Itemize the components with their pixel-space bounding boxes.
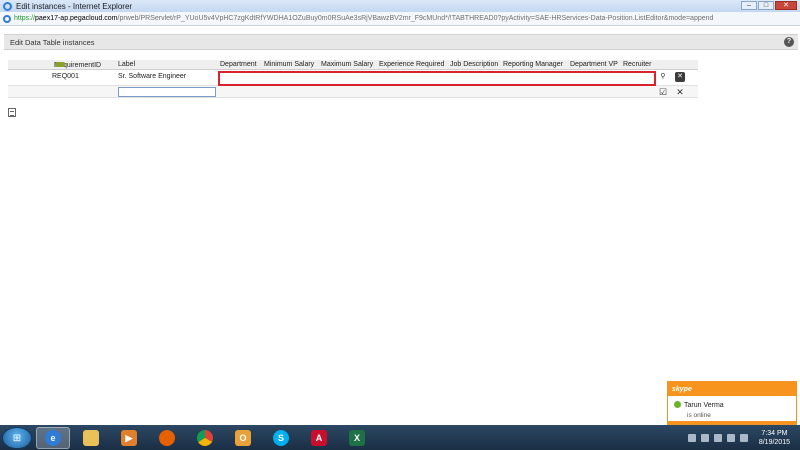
column-header-department-vp[interactable]: Department VP (570, 61, 618, 68)
tray-flag-icon[interactable] (726, 433, 735, 442)
skype-footer-bar (668, 421, 796, 424)
excel-icon: X (349, 429, 365, 446)
column-header-reporting-manager[interactable]: Reporting Manager (503, 61, 563, 68)
maximize-button[interactable]: □ (758, 1, 774, 10)
tray-volume-icon[interactable] (713, 433, 722, 442)
taskbar-outlook[interactable]: O (226, 427, 260, 449)
chrome-icon (197, 429, 213, 446)
online-status-icon (674, 401, 681, 409)
add-row-icon[interactable] (8, 108, 16, 117)
skype-logo: skype (672, 385, 692, 393)
column-header-department[interactable]: Department (220, 61, 257, 68)
media-player-icon: ▶ (121, 429, 137, 446)
label-input[interactable] (118, 87, 216, 97)
system-tray: 7:34 PM 8/19/2015 (687, 425, 794, 450)
column-header-recruiter[interactable]: Recruiter (623, 61, 651, 68)
taskbar-skype[interactable]: S (264, 427, 298, 449)
tray-battery-icon[interactable] (739, 433, 748, 442)
column-header-job-description[interactable]: Job Description (450, 61, 498, 68)
close-window-button[interactable]: ✕ (775, 1, 797, 10)
skype-icon: S (273, 429, 289, 446)
tray-network-icon[interactable] (700, 433, 709, 442)
address-bar[interactable]: https://paex17-ap.pegacloud.com/prweb/PR… (0, 12, 800, 26)
grid-header: RequirementID Label Department Minimum S… (8, 60, 698, 70)
tray-arrow-icon[interactable] (687, 433, 696, 442)
help-icon[interactable]: ? (784, 37, 794, 47)
acrobat-icon: A (311, 429, 327, 446)
highlight-annotation (218, 71, 656, 86)
folder-icon (83, 429, 99, 446)
window-title-bar: Edit instances - Internet Explorer – □ ✕ (0, 0, 800, 12)
outlook-icon: O (235, 429, 251, 446)
start-button[interactable]: ⊞ (2, 426, 32, 449)
taskbar-media-player[interactable]: ▶ (112, 427, 146, 449)
page-title: Edit Data Table instances (10, 37, 95, 47)
taskbar-chrome[interactable] (188, 427, 222, 449)
column-header-label[interactable]: Label (118, 61, 135, 68)
sort-icon[interactable] (55, 62, 65, 67)
table-row-new[interactable]: ☑ ✕ (8, 85, 698, 98)
column-header-minimum-salary[interactable]: Minimum Salary (264, 61, 314, 68)
taskbar: ⊞ e ▶ O S A X 7:34 PM 8/19/2015 (0, 425, 800, 450)
url-text[interactable]: https://paex17-ap.pegacloud.com/prweb/PR… (14, 15, 713, 22)
page-icon (3, 14, 11, 23)
column-header-maximum-salary[interactable]: Maximum Salary (321, 61, 373, 68)
system-clock[interactable]: 7:34 PM 8/19/2015 (759, 429, 790, 447)
delete-icon[interactable]: ✕ (675, 72, 685, 82)
internet-explorer-icon: e (45, 429, 61, 446)
column-header-experience-required[interactable]: Experience Required (379, 61, 444, 68)
skype-header: skype (668, 382, 796, 396)
taskbar-excel[interactable]: X (340, 427, 374, 449)
clock-time: 7:34 PM (761, 429, 788, 437)
search-icon[interactable]: ⚲ (658, 72, 668, 82)
contact-name: Tarun Verma (684, 402, 724, 409)
window-controls: – □ ✕ (741, 1, 797, 10)
checkbox-icon[interactable]: ☑ (658, 87, 668, 97)
firefox-icon (159, 429, 175, 446)
minimize-button[interactable]: – (741, 1, 757, 10)
internet-explorer-icon (3, 1, 12, 11)
window-title: Edit instances - Internet Explorer (16, 1, 133, 11)
clock-date: 8/19/2015 (758, 438, 790, 446)
label-cell: Sr. Software Engineer (118, 73, 187, 80)
skype-notification[interactable]: skype Tarun Verma is online (667, 381, 797, 425)
taskbar-file-explorer[interactable] (74, 427, 108, 449)
contact-status: is online (687, 412, 711, 419)
close-icon[interactable]: ✕ (675, 87, 685, 97)
taskbar-firefox[interactable] (150, 427, 184, 449)
requirement-id-cell: REQ001 (52, 73, 79, 80)
taskbar-internet-explorer[interactable]: e (36, 426, 70, 449)
taskbar-acrobat[interactable]: A (302, 427, 336, 449)
page-header: Edit Data Table instances ? (4, 34, 798, 50)
